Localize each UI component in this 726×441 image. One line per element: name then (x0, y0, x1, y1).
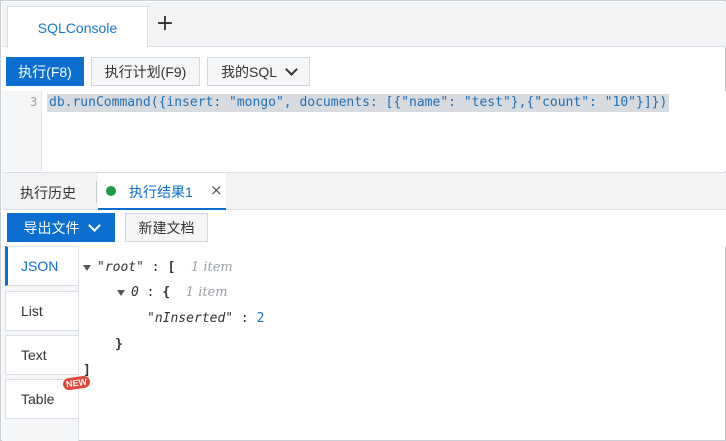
result-tab-bar: 执行历史 执行结果1 × (2, 172, 726, 210)
sql-console-window: SQLConsole + 执行(F8) 执行计划(F9) 我的SQL 3 db.… (0, 0, 726, 441)
field-value: 2 (256, 311, 265, 326)
sql-editor[interactable]: 3 db.runCommand({insert: "mongo", docume… (2, 91, 726, 171)
chevron-down-icon (285, 62, 298, 76)
execution-plan-button[interactable]: 执行计划(F9) (91, 57, 200, 86)
execute-button[interactable]: 执行(F8) (6, 57, 84, 86)
status-dot-icon (106, 186, 116, 196)
view-text-label: Text (21, 347, 47, 363)
export-toolbar: 导出文件 新建文档 (2, 210, 726, 246)
execution-plan-button-label: 执行计划(F9) (104, 63, 187, 80)
chevron-down-icon (87, 218, 101, 232)
line-number: 3 (30, 95, 38, 109)
tab-execution-history[interactable]: 执行历史 (20, 183, 76, 203)
view-json[interactable]: JSON (5, 246, 79, 286)
caret-down-icon[interactable] (117, 289, 125, 296)
tree-row-root[interactable]: "root" : [ 1 item (83, 259, 233, 277)
view-table[interactable]: Table NEW (5, 375, 91, 419)
root-open-bracket: [ (167, 260, 176, 275)
tab-bar: SQLConsole + (2, 2, 726, 48)
tab-sqlconsole[interactable]: SQLConsole (7, 6, 148, 48)
tab-separator (96, 181, 97, 203)
tree-row-item[interactable]: 0 : { 1 item (117, 284, 228, 302)
add-tab-icon[interactable]: + (154, 11, 176, 36)
root-close-bracket: ] (83, 363, 91, 378)
view-text[interactable]: Text (5, 335, 79, 375)
view-json-label: JSON (21, 258, 59, 274)
my-sql-dropdown-label: 我的SQL (220, 63, 277, 80)
root-key: "root" (97, 260, 144, 275)
close-icon[interactable]: × (210, 181, 223, 199)
caret-down-icon[interactable] (83, 264, 91, 271)
root-item-count: 1 item (190, 260, 233, 275)
editor-gutter: 3 (2, 91, 42, 171)
field-key: "nInserted" (147, 311, 234, 326)
item-key: 0 (131, 285, 139, 300)
json-tree: "root" : [ 1 item 0 : { 1 item "nInserte… (79, 246, 726, 441)
execute-button-label: 执行(F8) (18, 63, 72, 80)
tab-execution-result[interactable]: 执行结果1 × (98, 173, 226, 210)
code-line[interactable]: db.runCommand({insert: "mongo", document… (47, 94, 670, 112)
view-list-label: List (21, 303, 43, 319)
export-file-label: 导出文件 (23, 219, 80, 236)
view-mode-list: JSON List Text Table NEW (2, 246, 91, 441)
tab-sqlconsole-label: SQLConsole (37, 19, 118, 36)
item-open-brace: { (162, 285, 171, 300)
new-document-button[interactable]: 新建文档 (125, 213, 208, 242)
tree-row-field: "nInserted" : 2 (147, 311, 265, 326)
view-list[interactable]: List (5, 291, 79, 331)
my-sql-dropdown[interactable]: 我的SQL (207, 57, 310, 86)
tab-execution-result-label: 执行结果1 (129, 184, 193, 200)
item-close-brace: } (115, 337, 123, 352)
new-document-label: 新建文档 (138, 219, 195, 236)
export-file-dropdown[interactable]: 导出文件 (7, 213, 115, 242)
item-count: 1 item (185, 285, 228, 300)
view-table-label: Table (21, 391, 55, 407)
